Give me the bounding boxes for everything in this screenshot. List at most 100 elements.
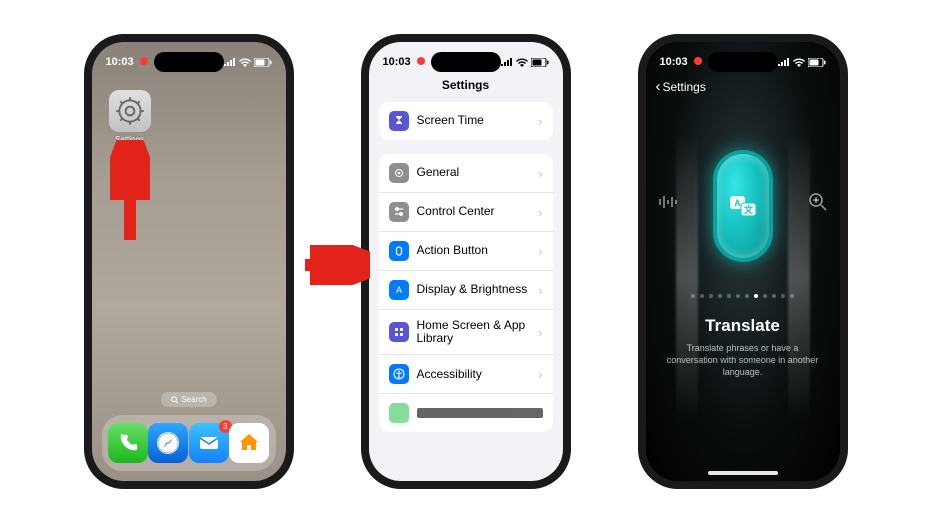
pager-dot[interactable] (718, 294, 722, 298)
pager-dot[interactable] (754, 294, 758, 298)
mail-app-icon[interactable]: 3 (189, 423, 229, 463)
pager-dot[interactable] (763, 294, 767, 298)
safari-app-icon[interactable] (148, 423, 188, 463)
svg-text:A: A (734, 198, 741, 208)
grid-icon (389, 322, 409, 342)
settings-row-home-screen[interactable]: Home Screen & App Library › (379, 310, 553, 355)
pager-dot[interactable] (700, 294, 704, 298)
status-indicators (501, 58, 549, 67)
status-time: 10:03 (383, 56, 411, 68)
chevron-right-icon: › (538, 244, 542, 259)
wifi-icon (793, 58, 805, 67)
home-search-label: Search (181, 395, 206, 404)
gear-icon (389, 163, 409, 183)
settings-row-display-brightness[interactable]: A Display & Brightness › (379, 271, 553, 310)
recording-indicator-icon (694, 57, 702, 65)
settings-group: General › Control Center › Action Button… (379, 154, 553, 432)
settings-app-icon[interactable]: Settings (106, 90, 154, 144)
display-icon: A (389, 280, 409, 300)
redacted-label (417, 408, 543, 418)
dynamic-island (431, 52, 501, 72)
row-label: Accessibility (417, 368, 531, 381)
status-time: 10:03 (106, 56, 134, 68)
svg-text:A: A (395, 285, 401, 295)
svg-text:文: 文 (742, 204, 753, 215)
compass-icon (154, 429, 182, 457)
home-indicator[interactable] (708, 471, 778, 475)
action-button-preview[interactable]: A 文 (713, 150, 773, 262)
house-icon (237, 431, 261, 455)
settings-list[interactable]: Screen Time › General › Control Center (379, 102, 553, 481)
pager-dot[interactable] (736, 294, 740, 298)
translate-icon: A 文 (727, 190, 759, 222)
chevron-right-icon: › (538, 114, 542, 129)
dynamic-island (708, 52, 778, 72)
pager-dot[interactable] (772, 294, 776, 298)
phone-app-icon[interactable] (108, 423, 148, 463)
annotation-arrow-action-button (300, 245, 370, 285)
battery-icon (808, 58, 826, 67)
battery-icon (254, 58, 272, 67)
action-description: Translate phrases or have a conversation… (666, 342, 820, 378)
phone-home-screen: 10:03 Settings Search (84, 34, 294, 489)
voice-memos-icon[interactable] (658, 192, 678, 217)
cellular-icon (501, 58, 513, 66)
settings-row-truncated[interactable] (379, 394, 553, 432)
home-app-icon[interactable] (229, 423, 269, 463)
action-button-icon (389, 241, 409, 261)
envelope-icon (197, 431, 221, 455)
row-label: Screen Time (417, 114, 531, 127)
pager-dot[interactable] (709, 294, 713, 298)
wifi-icon (239, 58, 251, 67)
settings-row-general[interactable]: General › (379, 154, 553, 193)
wallpaper-icon (389, 403, 409, 423)
pager-dot[interactable] (745, 294, 749, 298)
pager-dot[interactable] (691, 294, 695, 298)
pager-dot[interactable] (727, 294, 731, 298)
phone-action-button-detail: 10:03 ‹ Settings A 文 Trans (638, 34, 848, 489)
status-indicators (224, 58, 272, 67)
home-search-button[interactable]: Search (160, 392, 216, 407)
settings-row-action-button[interactable]: Action Button › (379, 232, 553, 271)
cellular-icon (778, 58, 790, 66)
row-label: Action Button (417, 244, 531, 257)
chevron-right-icon: › (538, 367, 542, 382)
page-indicator[interactable] (646, 294, 840, 298)
action-title: Translate (646, 316, 840, 336)
row-label: General (417, 166, 531, 179)
pager-dot[interactable] (790, 294, 794, 298)
back-button[interactable]: ‹ Settings (656, 78, 706, 95)
chevron-right-icon: › (538, 325, 542, 340)
settings-row-accessibility[interactable]: Accessibility › (379, 355, 553, 394)
chevron-right-icon: › (538, 166, 542, 181)
magnifier-icon[interactable] (808, 192, 828, 217)
row-label: Home Screen & App Library (417, 319, 531, 345)
back-label: Settings (663, 80, 706, 94)
dock: 3 (102, 415, 276, 471)
gear-icon (115, 96, 145, 126)
recording-indicator-icon (417, 57, 425, 65)
cellular-icon (224, 58, 236, 66)
dynamic-island (154, 52, 224, 72)
chevron-right-icon: › (538, 205, 542, 220)
settings-group: Screen Time › (379, 102, 553, 140)
phone-settings-list: 10:03 Settings Screen Time › (361, 34, 571, 489)
page-title: Settings (369, 78, 563, 92)
battery-icon (531, 58, 549, 67)
annotation-arrow-settings-app (110, 140, 150, 250)
search-icon (170, 396, 178, 404)
status-time: 10:03 (660, 56, 688, 68)
row-label: Display & Brightness (417, 283, 531, 296)
status-indicators (778, 58, 826, 67)
phone-icon (117, 432, 139, 454)
accessibility-icon (389, 364, 409, 384)
settings-row-control-center[interactable]: Control Center › (379, 193, 553, 232)
row-label: Control Center (417, 205, 531, 218)
sliders-icon (389, 202, 409, 222)
chevron-left-icon: ‹ (656, 78, 661, 95)
chevron-right-icon: › (538, 283, 542, 298)
settings-row-screen-time[interactable]: Screen Time › (379, 102, 553, 140)
wifi-icon (516, 58, 528, 67)
pager-dot[interactable] (781, 294, 785, 298)
recording-indicator-icon (140, 57, 148, 65)
